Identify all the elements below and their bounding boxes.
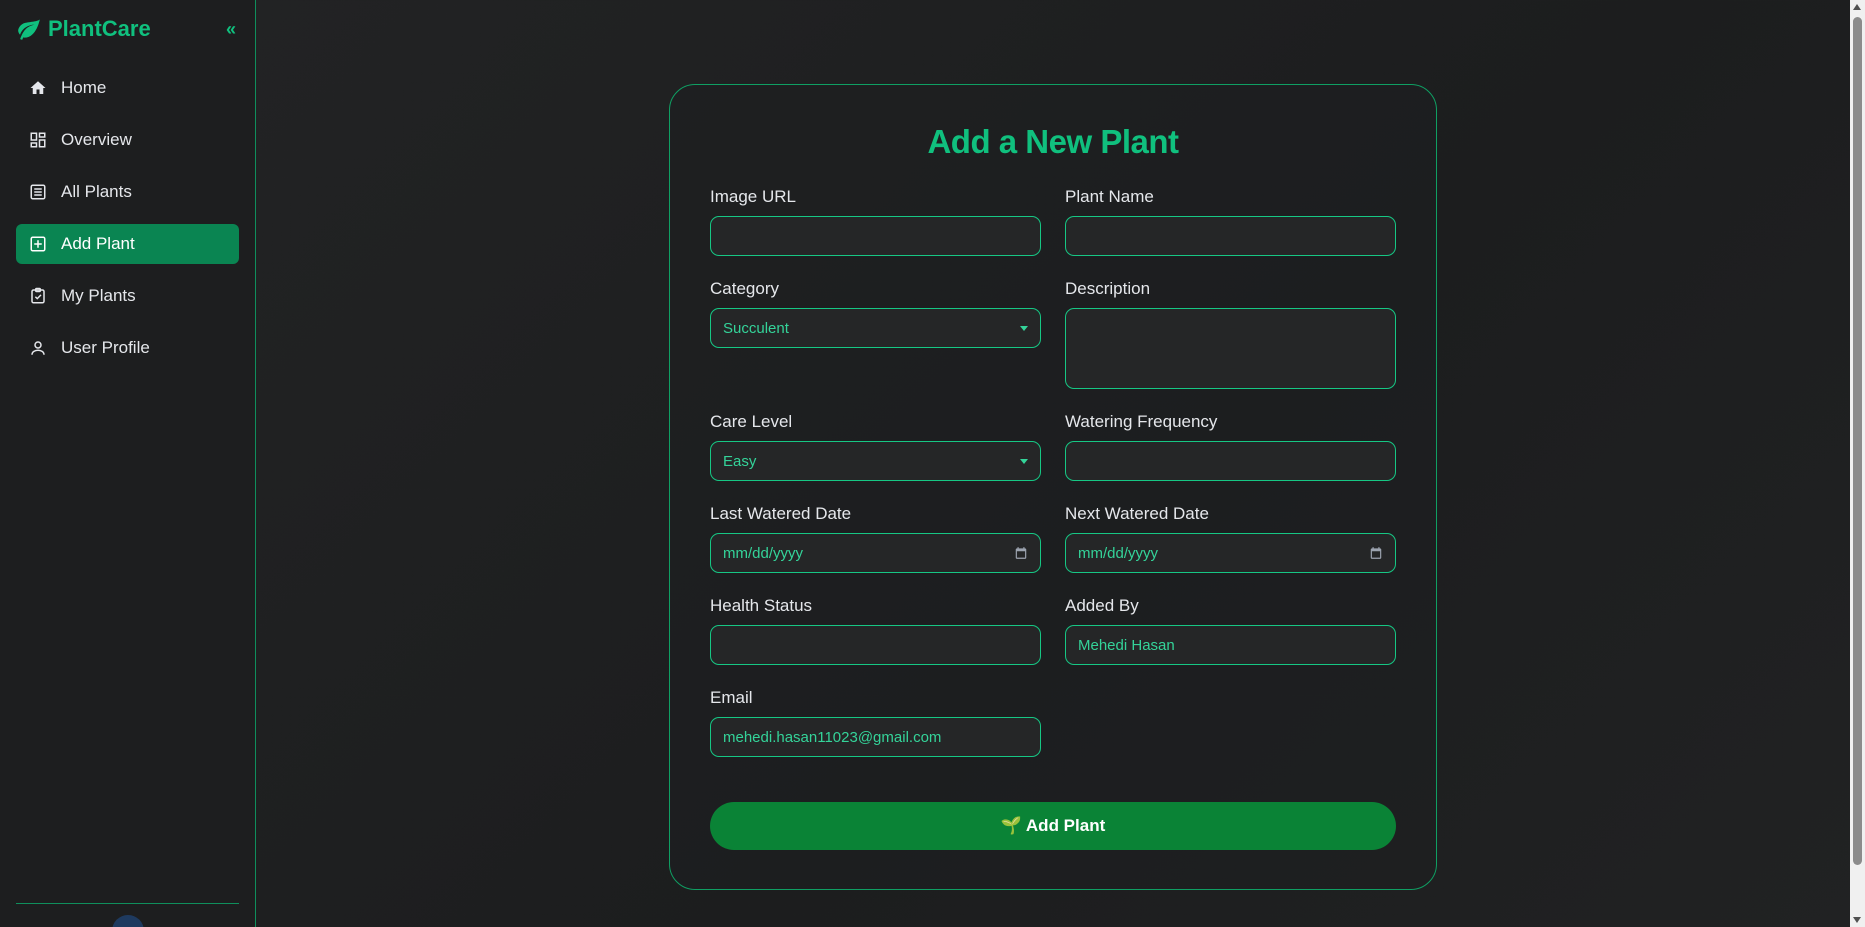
dashboard-icon (30, 132, 46, 148)
scroll-down-arrow-icon[interactable] (1853, 917, 1861, 923)
sidebar: PlantCare « Home Overview All Plants Add… (0, 0, 256, 927)
image-url-group: Image URL (710, 187, 1041, 256)
home-icon (30, 81, 46, 94)
next-watered-group: Next Watered Date mm/dd/yyyy (1065, 504, 1396, 573)
last-watered-date-input[interactable]: mm/dd/yyyy (710, 533, 1041, 573)
calendar-icon[interactable] (1014, 546, 1028, 560)
chevron-down-icon (1020, 458, 1028, 464)
collapse-sidebar-button[interactable]: « (226, 20, 236, 38)
added-by-input[interactable]: Mehedi Hasan (1065, 625, 1396, 665)
brand-name: PlantCare (48, 16, 151, 41)
watering-frequency-label: Watering Frequency (1065, 412, 1218, 431)
avatar[interactable] (112, 915, 144, 927)
email-value: mehedi.hasan11023@gmail.com (723, 728, 942, 746)
add-plant-button-label: Add Plant (1025, 816, 1106, 835)
sidebar-item-add-plant[interactable]: Add Plant (16, 224, 239, 264)
sidebar-item-all-plants[interactable]: All Plants (16, 172, 239, 212)
care-level-select[interactable]: Easy (710, 441, 1041, 481)
next-watered-label: Next Watered Date (1065, 504, 1209, 523)
sidebar-item-label: All Plants (61, 182, 132, 201)
calendar-icon[interactable] (1369, 546, 1383, 560)
sidebar-item-my-plants[interactable]: My Plants (16, 276, 239, 316)
sidebar-item-label: My Plants (61, 286, 136, 305)
last-watered-group: Last Watered Date mm/dd/yyyy (710, 504, 1041, 573)
added-by-label: Added By (1065, 596, 1139, 615)
page-title: Add a New Plant (927, 123, 1179, 160)
watering-frequency-group: Watering Frequency (1065, 412, 1396, 481)
next-watered-date-input[interactable]: mm/dd/yyyy (1065, 533, 1396, 573)
watering-frequency-input[interactable] (1065, 441, 1396, 481)
scrollbar-thumb[interactable] (1853, 17, 1862, 865)
last-watered-label: Last Watered Date (710, 504, 852, 523)
email-label: Email (710, 688, 753, 707)
health-status-input[interactable] (710, 625, 1041, 665)
scroll-up-arrow-icon[interactable] (1853, 4, 1861, 10)
add-plant-card: Add a New Plant Image URL Plant Name Cat… (669, 84, 1437, 890)
email-group: Email mehedi.hasan11023@gmail.com (710, 688, 1041, 757)
health-status-label: Health Status (710, 596, 813, 615)
email-field[interactable]: mehedi.hasan11023@gmail.com (710, 717, 1041, 757)
care-level-value: Easy (723, 452, 757, 470)
add-plant-button[interactable]: 🌱 Add Plant (710, 802, 1396, 850)
sidebar-item-label: Add Plant (61, 234, 135, 253)
brand-logo[interactable]: PlantCare (16, 16, 151, 42)
sidebar-item-label: Home (61, 78, 107, 97)
leaf-icon (18, 19, 40, 40)
image-url-input[interactable] (710, 216, 1041, 256)
added-by-value: Mehedi Hasan (1078, 636, 1175, 654)
user-icon (31, 341, 45, 355)
plant-name-input[interactable] (1065, 216, 1396, 256)
image-url-label: Image URL (710, 187, 796, 206)
sidebar-item-home[interactable]: Home (16, 68, 239, 108)
add-box-icon (30, 236, 46, 252)
category-value: Succulent (723, 319, 789, 337)
next-watered-placeholder: mm/dd/yyyy (1078, 544, 1159, 562)
added-by-group: Added By Mehedi Hasan (1065, 596, 1396, 665)
scrollbar[interactable] (1850, 0, 1865, 927)
category-group: Category Succulent (710, 279, 1041, 348)
clipboard-check-icon (31, 287, 45, 304)
health-status-group: Health Status (710, 596, 1041, 665)
care-level-group: Care Level Easy (710, 412, 1041, 481)
description-textarea[interactable] (1065, 308, 1396, 389)
sidebar-item-label: User Profile (61, 338, 150, 357)
sidebar-item-overview[interactable]: Overview (16, 120, 239, 160)
description-group: Description (1065, 279, 1396, 389)
last-watered-placeholder: mm/dd/yyyy (723, 544, 804, 562)
sidebar-nav: Home Overview All Plants Add Plant My Pl… (16, 68, 239, 380)
sidebar-item-label: Overview (61, 130, 132, 149)
category-select[interactable]: Succulent (710, 308, 1041, 348)
seedling-icon: 🌱 (1000, 816, 1022, 835)
sidebar-item-user-profile[interactable]: User Profile (16, 328, 239, 368)
list-icon (30, 184, 46, 200)
chevron-down-icon (1020, 325, 1028, 331)
sidebar-divider (16, 903, 239, 904)
category-label: Category (710, 279, 779, 298)
plant-name-group: Plant Name (1065, 187, 1396, 256)
description-label: Description (1065, 279, 1151, 298)
plant-name-label: Plant Name (1065, 187, 1154, 206)
care-level-label: Care Level (710, 412, 793, 431)
